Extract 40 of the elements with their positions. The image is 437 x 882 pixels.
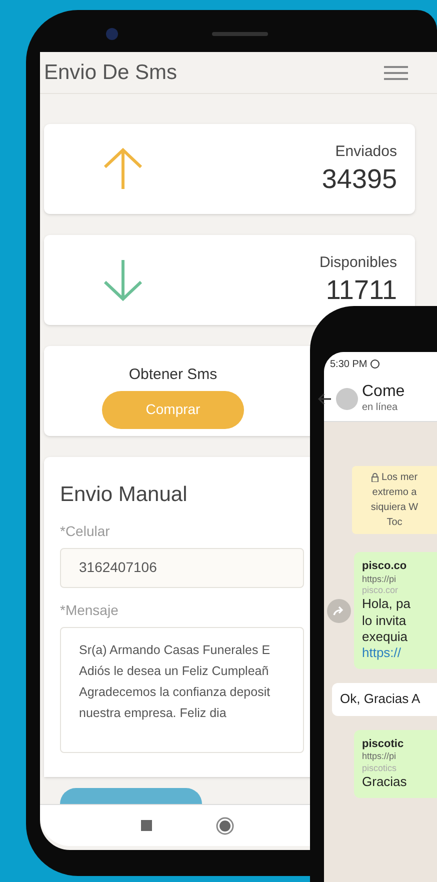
link-domain: piscotics	[362, 762, 398, 774]
stat-value: 34395	[322, 163, 397, 196]
status-time: 5:30 PM	[330, 358, 368, 372]
avatar	[336, 388, 358, 410]
stat-label: Enviados	[335, 142, 397, 162]
message-text: Ok, Gracias A	[340, 691, 422, 708]
notice-text: Toc	[386, 516, 402, 530]
menu-icon[interactable]	[383, 64, 409, 80]
notice-text: Los mer	[381, 471, 418, 485]
link-url: https://pi	[362, 574, 398, 585]
field-label: *Mensaje	[60, 600, 118, 620]
notice-text: extremo a	[372, 486, 417, 500]
message-text: exequia	[362, 628, 409, 645]
speaker-grille	[212, 32, 268, 36]
purchase-title: Obtener Sms	[128, 365, 218, 385]
message-text: Hola, pa	[362, 596, 412, 612]
stat-label: Disponibles	[319, 252, 397, 273]
message-link[interactable]: https://	[362, 645, 437, 662]
link-title: pisco.co	[362, 560, 408, 574]
message-text: Gracias	[362, 774, 408, 790]
link-url: https://pi	[362, 751, 398, 762]
circle-icon[interactable]	[216, 816, 234, 834]
contact-name: Come	[362, 382, 405, 402]
back-arrow-icon[interactable]	[318, 392, 332, 404]
up-arrow-icon	[102, 147, 144, 191]
phone-input-field[interactable]: 3162407106	[60, 548, 304, 588]
notice-text: siquiera W	[370, 501, 418, 515]
button[interactable]	[60, 788, 202, 804]
link-domain: pisco.cor	[362, 585, 400, 596]
message-input-field[interactable]: Sr(a) Armando Casas Funerales E Adiós le desea un Feliz Cumpleañ Agradecemos la confianza deposit nuestra empresa. Feliz dia	[60, 626, 304, 752]
app-title: Envio De Sms	[44, 60, 178, 86]
message-text: lo invita	[362, 612, 408, 629]
stat-value: 11711	[326, 274, 397, 308]
down-arrow-icon	[102, 258, 144, 302]
presence-status: en línea	[362, 402, 399, 415]
link-title: piscotic	[362, 738, 405, 752]
lock-icon	[371, 473, 380, 482]
field-label: *Celular	[60, 522, 110, 540]
forward-icon[interactable]	[327, 598, 351, 623]
section-title: Envio Manual	[60, 482, 188, 508]
